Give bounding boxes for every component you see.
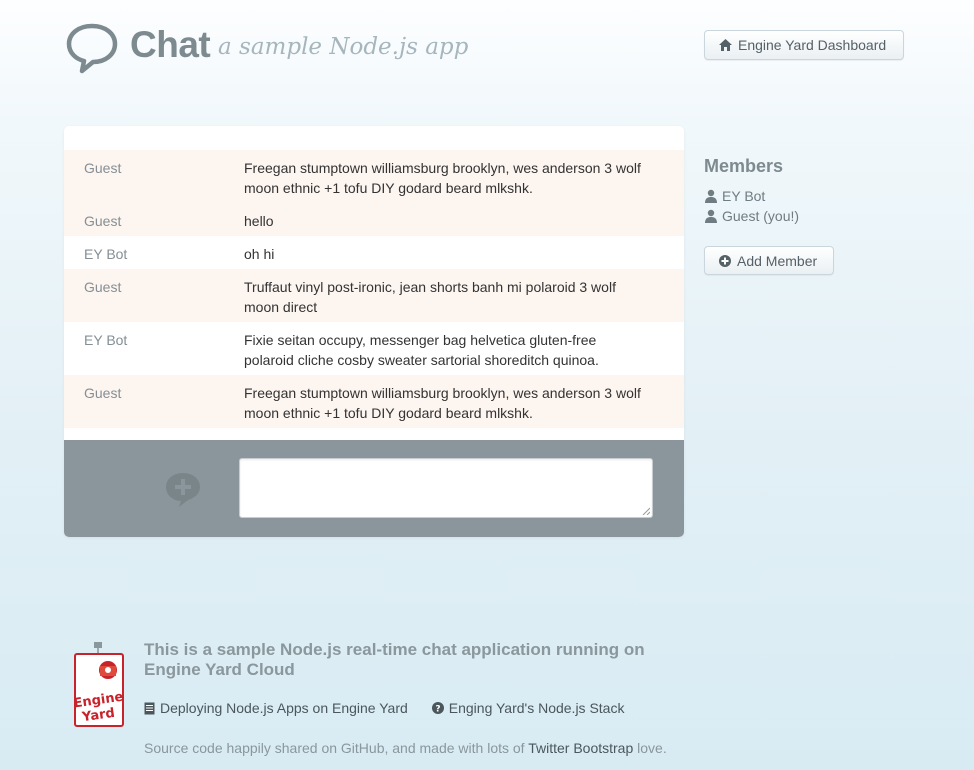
composer bbox=[64, 440, 684, 537]
message-row: Guest Freegan stumptown williamsburg broo… bbox=[64, 375, 684, 428]
message-row: Guest hello bbox=[64, 203, 684, 236]
message-text: Freegan stumptown williamsburg brooklyn,… bbox=[244, 160, 641, 196]
svg-text:?: ? bbox=[435, 705, 440, 715]
message-text: Freegan stumptown williamsburg brooklyn,… bbox=[244, 385, 641, 421]
stack-link[interactable]: ? Enging Yard's Node.js Stack bbox=[431, 700, 625, 716]
footer-headline: This is a sample Node.js real-time chat … bbox=[144, 640, 645, 679]
message-row: EY Bot oh hi bbox=[64, 236, 684, 269]
member-item: EY Bot bbox=[704, 186, 799, 206]
message-author: EY Bot bbox=[84, 246, 128, 262]
message-input[interactable] bbox=[239, 458, 653, 518]
dashboard-button-label: Engine Yard Dashboard bbox=[738, 37, 887, 53]
members-list: EY Bot Guest (you!) bbox=[704, 186, 799, 226]
home-icon bbox=[719, 39, 732, 51]
message-list[interactable]: Guest Freegan stumptown williamsburg broo… bbox=[64, 150, 684, 440]
message-author: Guest bbox=[84, 213, 122, 229]
resize-grip-icon[interactable] bbox=[642, 507, 650, 515]
credit-suffix: love. bbox=[637, 740, 667, 756]
person-icon bbox=[705, 209, 717, 223]
plus-circle-icon bbox=[719, 254, 731, 267]
engine-yard-logo: Engine Yard bbox=[73, 642, 124, 727]
message-row: EY Bot Fixie seitan occupy, messenger bag… bbox=[64, 322, 684, 375]
question-circle-icon: ? bbox=[431, 702, 444, 715]
message-author: Guest bbox=[84, 160, 122, 176]
document-icon bbox=[144, 702, 155, 714]
message-text: hello bbox=[244, 213, 274, 229]
stack-link-label: Enging Yard's Node.js Stack bbox=[448, 700, 625, 716]
message-text: Truffaut vinyl post-ironic, jean shorts … bbox=[244, 279, 616, 315]
add-member-button[interactable]: Add Member bbox=[704, 246, 834, 275]
add-comment-icon[interactable] bbox=[164, 470, 202, 508]
footer-credit: Source code happily shared on GitHub, an… bbox=[144, 740, 667, 756]
message-text: Fixie seitan occupy, messenger bag helve… bbox=[244, 332, 599, 368]
member-item: Guest (you!) bbox=[704, 206, 799, 226]
message-row: Guest Truffaut vinyl post-ironic, jean sh… bbox=[64, 269, 684, 322]
member-name: Guest (you!) bbox=[722, 208, 800, 224]
add-member-label: Add Member bbox=[737, 252, 818, 269]
member-name: EY Bot bbox=[722, 188, 766, 204]
message-author: EY Bot bbox=[84, 332, 128, 348]
dashboard-button[interactable]: Engine Yard Dashboard bbox=[704, 30, 904, 60]
credit-prefix: Source code happily shared on GitHub, an… bbox=[144, 740, 525, 756]
deploying-link[interactable]: Deploying Node.js Apps on Engine Yard bbox=[144, 700, 408, 716]
members-heading: Members bbox=[704, 156, 784, 176]
speech-bubble-icon bbox=[66, 23, 118, 74]
message-row: Guest Freegan stumptown williamsburg broo… bbox=[64, 150, 684, 203]
bootstrap-link[interactable]: Twitter Bootstrap bbox=[528, 740, 633, 756]
message-author: Guest bbox=[84, 279, 122, 295]
person-icon bbox=[705, 189, 717, 203]
footer-links: Deploying Node.js Apps on Engine Yard ? … bbox=[144, 700, 624, 716]
deploying-link-label: Deploying Node.js Apps on Engine Yard bbox=[160, 700, 408, 716]
app-subtitle: a sample Node.js app bbox=[218, 34, 469, 60]
message-text: oh hi bbox=[244, 246, 275, 262]
message-author: Guest bbox=[84, 385, 122, 401]
message-row: EY BotSemiotics direct trade thundercats… bbox=[64, 428, 684, 440]
app-title: Chat bbox=[130, 24, 211, 65]
chat-panel: Guest Freegan stumptown williamsburg broo… bbox=[64, 126, 684, 537]
